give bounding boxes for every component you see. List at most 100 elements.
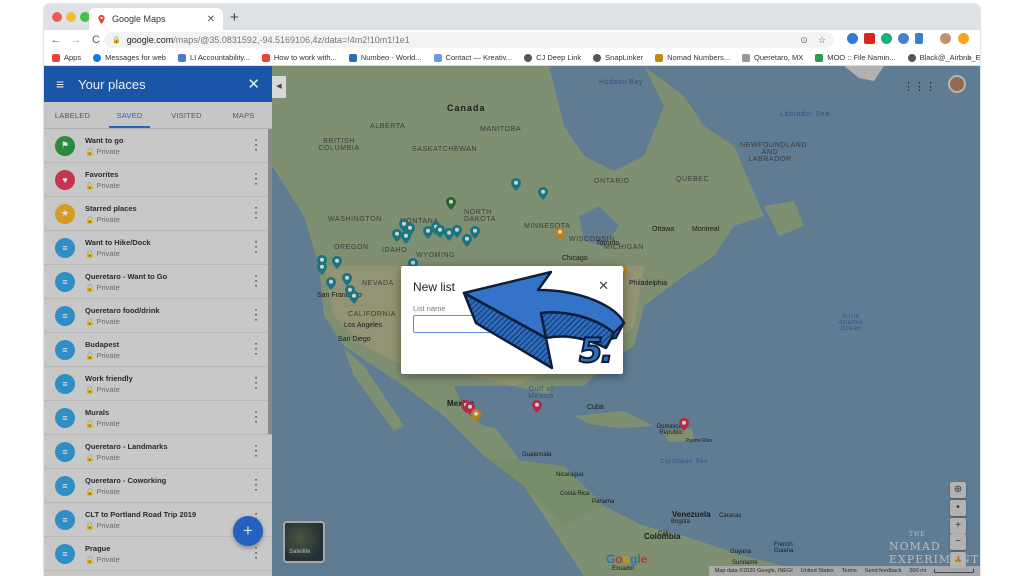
bookmark-item[interactable]: Nomad Numbers... — [655, 53, 730, 62]
bookmark-item[interactable]: How to work with... — [261, 53, 337, 62]
bookmark-star-icon[interactable]: ☆ — [818, 35, 826, 46]
bookmark-item[interactable]: Messages for web — [93, 53, 166, 62]
google-logo: Google — [606, 552, 648, 566]
terms-link[interactable]: Terms — [842, 568, 857, 574]
close-dialog-icon[interactable]: ✕ — [598, 278, 609, 294]
new-tab-button[interactable]: + — [230, 9, 239, 26]
bookmark-item[interactable]: SnapLinker — [593, 53, 643, 62]
starred-pin-icon[interactable] — [471, 409, 481, 422]
more-options-icon[interactable]: ··· — [255, 340, 258, 360]
more-options-icon[interactable]: ··· — [255, 408, 258, 428]
favorite-pin-icon[interactable] — [679, 418, 689, 431]
more-bookmarks-chevron-icon[interactable]: » — [968, 53, 972, 62]
list-pin-icon[interactable] — [326, 277, 336, 290]
list-icon: ≡ — [55, 509, 75, 530]
saved-list-item[interactable]: ≡ Queretaro food/drink 🔒 Private · · · — [44, 299, 272, 333]
saved-list-item[interactable]: ⚑ Want to go 🔒 Private · · · — [44, 129, 272, 163]
saved-list-item[interactable]: ≡ Work friendly 🔒 Private · · · — [44, 367, 272, 401]
google-apps-grid-icon[interactable]: ⋮⋮⋮ — [903, 80, 936, 93]
saved-list-item[interactable]: ≡ Queretaro - Want to Go 🔒 Private · · · — [44, 265, 272, 299]
tab-saved[interactable]: SAVED — [101, 102, 158, 128]
more-options-icon[interactable]: ··· — [255, 374, 258, 394]
saved-list-item[interactable]: ≡ Budapest 🔒 Private · · · — [44, 333, 272, 367]
bookmark-item[interactable]: CJ Deep Link — [524, 53, 581, 62]
panel-tabs: LABELED SAVED VISITED MAPS — [44, 102, 272, 129]
extension-1-icon[interactable] — [847, 33, 858, 44]
browser-tab[interactable]: Google Maps ✕ — [89, 8, 223, 30]
bookmark-item[interactable]: LI Accountability... — [177, 53, 250, 62]
caret-left-icon: ◀ — [276, 83, 282, 90]
address-bar[interactable]: 🔒 google.com /maps/@35.0831592,-94.51691… — [104, 32, 834, 48]
want-to-go-pin-icon[interactable] — [446, 197, 456, 210]
minimize-window-button[interactable] — [66, 12, 76, 22]
more-options-icon[interactable]: ··· — [255, 544, 258, 564]
map-label-ontario: ONTARIO — [594, 178, 630, 185]
extension-5-icon[interactable] — [915, 33, 923, 44]
forward-arrow-icon[interactable]: → — [68, 34, 84, 46]
saved-list-item[interactable]: ♥ Favorites 🔒 Private · · · — [44, 163, 272, 197]
list-pin-icon[interactable] — [538, 187, 548, 200]
tab-labeled[interactable]: LABELED — [44, 102, 101, 128]
saved-list-item[interactable]: ≡ Murals 🔒 Private · · · — [44, 401, 272, 435]
close-window-button[interactable] — [52, 12, 62, 22]
saved-list-item[interactable]: ★ Starred places 🔒 Private · · · — [44, 197, 272, 231]
back-arrow-icon[interactable]: ← — [48, 34, 64, 46]
extension-6-icon[interactable] — [958, 33, 969, 44]
list-pin-icon[interactable] — [511, 178, 521, 191]
bookmark-item[interactable]: MOO :: File Namin... — [815, 53, 896, 62]
globe-view-icon[interactable]: ⊕ — [950, 482, 966, 498]
more-options-icon[interactable]: ··· — [255, 442, 258, 462]
bookmark-item[interactable]: Contact — Kreativ... — [433, 53, 512, 62]
close-panel-icon[interactable]: ✕ — [247, 75, 260, 93]
bookmark-item[interactable]: Apps — [52, 53, 81, 62]
more-options-icon[interactable]: ··· — [255, 238, 258, 258]
scale-label[interactable]: 500 mi — [909, 568, 926, 574]
satellite-layer-toggle[interactable]: Satellite — [283, 521, 325, 563]
profile-avatar[interactable] — [940, 33, 951, 44]
nomad-experiment-watermark: THE NOMAD EXPERIMENT — [889, 531, 980, 566]
bookmark-item[interactable]: Queretaro, MX — [742, 53, 803, 62]
extension-2-icon[interactable] — [864, 33, 875, 44]
send-feedback-link[interactable]: Send feedback — [865, 568, 902, 574]
messages-icon — [93, 53, 102, 62]
list-pin-icon[interactable] — [401, 231, 411, 244]
starred-pin-icon[interactable] — [555, 227, 565, 240]
saved-list-item[interactable]: ≡ Queretaro - Landmarks 🔒 Private · · · — [44, 435, 272, 469]
location-icon[interactable]: ⊙ — [800, 35, 808, 46]
more-options-icon[interactable]: ··· — [255, 204, 258, 224]
list-privacy: 🔒 Private — [85, 554, 120, 564]
map-label-philadelphia: Philadelphia — [629, 280, 668, 287]
list-pin-icon[interactable] — [349, 291, 359, 304]
grammarly-extension-icon[interactable] — [881, 33, 892, 44]
my-location-icon[interactable]: • — [950, 500, 966, 516]
tab-maps[interactable]: MAPS — [215, 102, 272, 128]
reload-icon[interactable]: C — [88, 34, 104, 46]
zoom-in-button[interactable]: + — [950, 518, 966, 534]
new-list-fab-button[interactable]: + — [233, 516, 263, 546]
map-label-nicaragua: Nicaragua — [556, 472, 584, 478]
more-options-icon[interactable]: ··· — [255, 476, 258, 496]
list-pin-icon[interactable] — [470, 226, 480, 239]
more-options-icon[interactable]: ··· — [255, 170, 258, 190]
list-pin-icon[interactable] — [332, 256, 342, 269]
more-options-icon[interactable]: ··· — [255, 272, 258, 292]
collapse-panel-button[interactable]: ◀ — [272, 76, 286, 98]
password-extension-icon[interactable] — [898, 33, 909, 44]
more-options-icon[interactable]: ··· — [255, 136, 258, 156]
list-pin-icon[interactable] — [317, 262, 327, 275]
star-icon: ★ — [55, 203, 75, 224]
list-pin-icon[interactable] — [452, 225, 462, 238]
account-avatar[interactable] — [948, 75, 966, 93]
region-link[interactable]: United States — [801, 568, 834, 574]
bookmark-item[interactable]: Numbeo - World... — [348, 53, 422, 62]
character-count: 0/40 — [594, 304, 609, 313]
saved-list-item[interactable]: ≡ Queretaro - Coworking 🔒 Private · · · — [44, 469, 272, 503]
panel-scrollbar[interactable] — [268, 129, 272, 434]
list-name: Starred places — [85, 203, 137, 213]
close-tab-icon[interactable]: ✕ — [207, 14, 215, 25]
favorite-pin-icon[interactable] — [532, 400, 542, 413]
hamburger-menu-icon[interactable]: ≡ — [56, 76, 64, 92]
tab-visited[interactable]: VISITED — [158, 102, 215, 128]
more-options-icon[interactable]: ··· — [255, 306, 258, 326]
saved-list-item[interactable]: ≡ Want to Hike/Dock 🔒 Private · · · — [44, 231, 272, 265]
